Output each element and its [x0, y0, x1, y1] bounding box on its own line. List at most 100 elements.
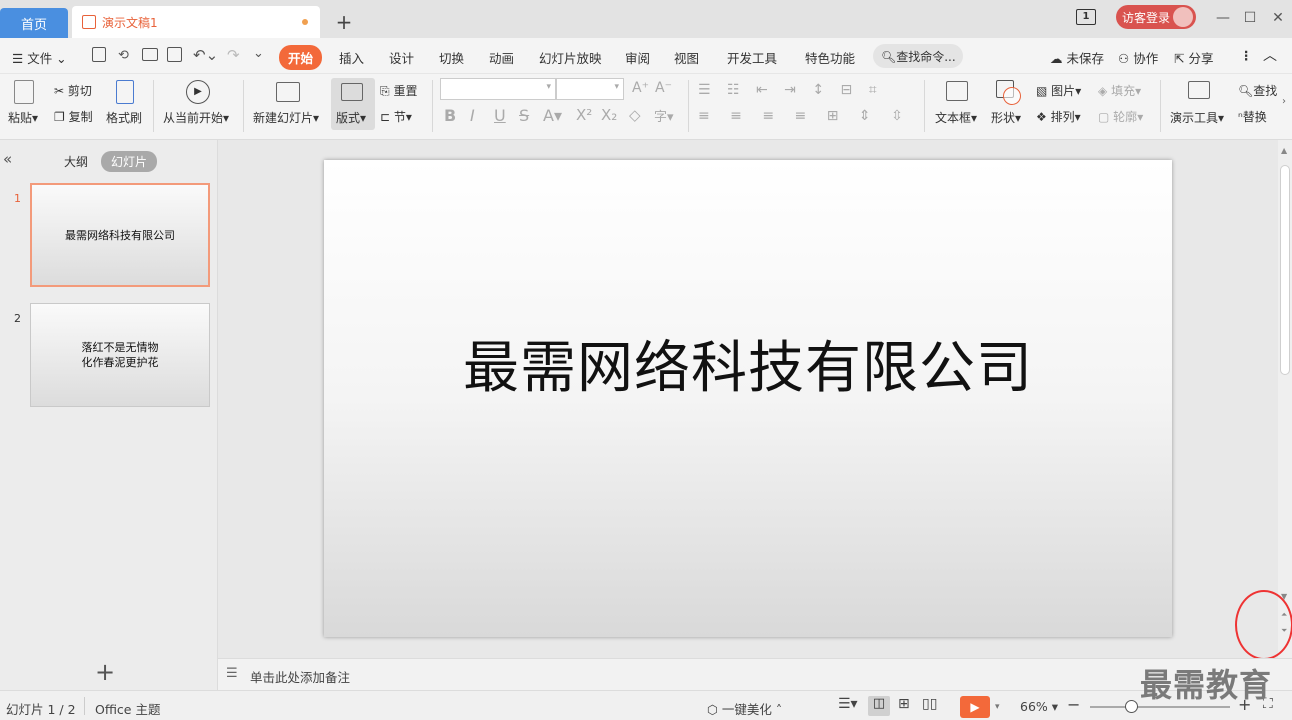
slide-thumbnail-2[interactable]: 落红不是无情物 化作春泥更护花	[30, 303, 210, 407]
thumbnail-text: 落红不是无情物	[81, 341, 159, 354]
zoom-slider-handle[interactable]	[1125, 700, 1138, 713]
slide[interactable]: 最需网络科技有限公司	[324, 160, 1172, 637]
slide-number: 2	[14, 312, 21, 325]
zoom-slider-track[interactable]	[1090, 706, 1230, 708]
zoom-level[interactable]: 66% ▾	[1020, 699, 1058, 714]
notes-placeholder[interactable]: 单击此处添加备注	[250, 667, 350, 686]
play-slideshow-button[interactable]: ▶	[960, 696, 990, 718]
page-indicator-icon[interactable]: 1	[1076, 9, 1096, 25]
list-buttons-row[interactable]: ☰ ☷ ⇤ ⇥ ↕ ⊟ ⌗	[698, 82, 883, 98]
file-menu[interactable]: ☰ 文件 ⌄	[12, 48, 67, 67]
fill-button[interactable]: ◈ 填充▾	[1098, 82, 1141, 99]
slide-count: 幻灯片 1 / 2	[6, 702, 76, 717]
beautify-button[interactable]: ⬡ 一键美化 ˄	[707, 699, 782, 718]
zoom-out-icon[interactable]: −	[1067, 695, 1080, 714]
new-slide-icon	[276, 82, 300, 102]
slide-thumbnail-1[interactable]: 最需网络科技有限公司	[30, 183, 210, 287]
vertical-scrollbar[interactable]: ▲ ▼ ⏶ ⏷	[1278, 140, 1292, 658]
find-button[interactable]: 🔍︎查找	[1238, 82, 1277, 99]
tab-features[interactable]: 特色功能	[805, 48, 855, 67]
redo-icon[interactable]: ↷	[227, 46, 240, 64]
font-family-select[interactable]: ▾	[440, 78, 556, 100]
minimize-button[interactable]: —	[1213, 8, 1233, 28]
tab-animations[interactable]: 动画	[489, 48, 514, 67]
tab-home[interactable]: 首页	[0, 8, 68, 38]
align-buttons-row[interactable]: ≡ ≡ ≡ ≡ ⊞ ⇕ ⇳	[698, 108, 911, 124]
tab-transitions[interactable]: 切换	[439, 48, 464, 67]
arrange-button[interactable]: ❖ 排列▾	[1036, 108, 1081, 125]
reset-button[interactable]: ⎘ 重置	[380, 82, 417, 99]
format-painter-button[interactable]: 格式刷	[106, 109, 142, 126]
print-icon[interactable]	[142, 48, 158, 61]
sorter-view-icon[interactable]: ⊞	[898, 696, 910, 712]
from-current-button[interactable]: 从当前开始▾	[163, 109, 229, 126]
editing-canvas: 最需网络科技有限公司	[218, 140, 1278, 658]
tab-developer[interactable]: 开发工具	[727, 48, 777, 67]
reset-icon: ⎘	[380, 84, 390, 98]
tab-review[interactable]: 审阅	[625, 48, 650, 67]
tab-outline[interactable]: 大纲	[64, 153, 88, 170]
paste-button[interactable]: 粘贴▾	[8, 109, 38, 126]
increase-font-icon[interactable]: A⁺	[632, 80, 649, 96]
maximize-button[interactable]: ☐	[1240, 8, 1260, 28]
tab-design[interactable]: 设计	[389, 48, 414, 67]
phonetic-guide-icon[interactable]: 字▾	[654, 106, 674, 125]
underline-icon[interactable]: U	[494, 106, 506, 125]
new-tab-button[interactable]: +	[334, 10, 354, 34]
tab-view[interactable]: 视图	[674, 48, 699, 67]
tab-home-ribbon[interactable]: 开始	[279, 45, 323, 70]
collapse-panel-icon[interactable]: «	[3, 150, 12, 168]
share-button[interactable]: ⇱ 分享	[1174, 48, 1213, 67]
export-pdf-icon[interactable]: ⟲	[118, 48, 129, 63]
undo-icon[interactable]: ↶⌄	[193, 46, 218, 64]
scrollbar-thumb[interactable]	[1280, 165, 1290, 375]
scroll-up-icon[interactable]: ▲	[1281, 146, 1287, 155]
italic-icon[interactable]: I	[470, 106, 475, 125]
title-bar: 首页 演示文稿1 + 1 访客登录 — ☐ ✕	[0, 0, 1292, 38]
document-title: 演示文稿1	[102, 15, 158, 30]
bold-icon[interactable]: B	[444, 106, 456, 125]
save-icon[interactable]	[92, 47, 106, 62]
outline-button[interactable]: ▢ 轮廓▾	[1098, 108, 1143, 125]
guest-login-button[interactable]: 访客登录	[1116, 5, 1196, 29]
decrease-font-icon[interactable]: A⁻	[655, 80, 672, 96]
collaborate-button[interactable]: ⚇ 协作	[1118, 48, 1158, 67]
slide-title[interactable]: 最需网络科技有限公司	[463, 323, 1033, 404]
superscript-icon[interactable]: X²	[576, 106, 592, 124]
cut-button[interactable]: ✂ 剪切	[54, 82, 92, 99]
subscript-icon[interactable]: X₂	[601, 106, 617, 124]
reading-view-icon[interactable]: ▯▯	[922, 696, 937, 712]
close-button[interactable]: ✕	[1268, 8, 1288, 28]
notes-toggle-icon[interactable]: ☰▾	[838, 696, 858, 712]
copy-button[interactable]: ❐ 复制	[54, 108, 93, 125]
textbox-button[interactable]: 文本框▾	[935, 109, 977, 126]
clear-format-icon[interactable]: ◇	[629, 106, 641, 124]
strikethrough-icon[interactable]: S	[519, 106, 529, 125]
command-search[interactable]: 🔍︎查找命令...	[873, 44, 963, 68]
play-dropdown-icon[interactable]: ▾	[995, 702, 1000, 712]
shape-button[interactable]: 形状▾	[991, 109, 1021, 126]
section-button[interactable]: ⊏ 节▾	[380, 108, 412, 125]
present-tools-button[interactable]: 演示工具▾	[1170, 109, 1224, 126]
font-color-icon[interactable]: A▾	[543, 106, 562, 125]
collapse-ribbon-icon[interactable]: ︿	[1263, 45, 1277, 65]
unsaved-status[interactable]: ☁ 未保存	[1050, 48, 1104, 67]
tab-insert[interactable]: 插入	[339, 48, 364, 67]
customize-dropdown-icon[interactable]: ⌄	[253, 46, 264, 61]
normal-view-icon[interactable]: ◫	[868, 696, 890, 716]
picture-button[interactable]: ▧ 图片▾	[1036, 82, 1081, 99]
print-preview-icon[interactable]	[167, 47, 182, 62]
tab-slideshow[interactable]: 幻灯片放映	[539, 48, 602, 67]
new-slide-button[interactable]: 新建幻灯片▾	[253, 109, 319, 126]
ribbon-scroll-right-icon[interactable]: ›	[1282, 96, 1286, 107]
arrange-icon: ❖	[1036, 110, 1047, 124]
font-size-select[interactable]: ▾	[556, 78, 624, 100]
more-icon[interactable]: ⋮	[1240, 48, 1253, 63]
tab-slides[interactable]: 幻灯片	[101, 151, 158, 172]
tab-document[interactable]: 演示文稿1	[72, 6, 320, 38]
add-slide-button[interactable]: +	[95, 658, 115, 686]
notes-pane[interactable]: ☰ 单击此处添加备注	[218, 658, 1292, 690]
theme-name[interactable]: Office 主题	[95, 699, 160, 718]
status-bar: 幻灯片 1 / 2 Office 主题 ⬡ 一键美化 ˄ ☰▾ ◫ ⊞ ▯▯ ▶…	[0, 690, 1292, 720]
replace-button[interactable]: ⁿ替换	[1238, 108, 1267, 125]
